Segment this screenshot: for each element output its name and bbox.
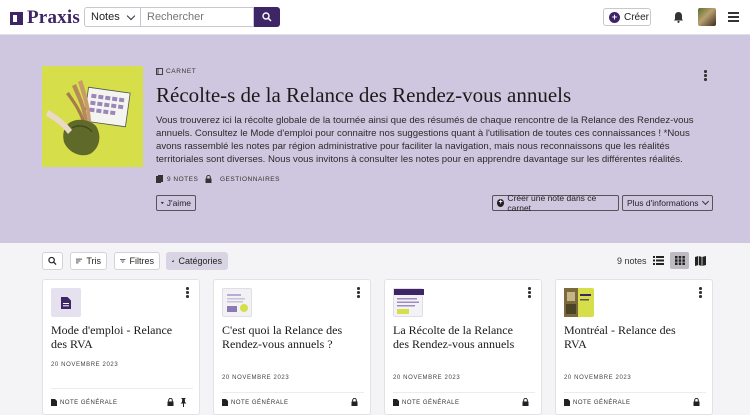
note-type: NOTE GÉNÉRALE (222, 399, 289, 406)
note-title[interactable]: Mode d'emploi - Relance des RVA (51, 323, 181, 351)
create-button[interactable]: + Créer (603, 8, 651, 26)
create-button-label: Créer (624, 11, 650, 23)
note-icon (51, 399, 57, 406)
search-notes-button[interactable] (42, 252, 63, 270)
more-options-icon[interactable] (186, 287, 189, 299)
chevron-down-icon (701, 197, 710, 206)
filters-button[interactable]: Filtres (114, 252, 160, 270)
search-icon (48, 256, 57, 266)
note-type: NOTE GÉNÉRALE (564, 399, 631, 406)
map-view-button[interactable] (691, 252, 710, 269)
note-thumbnail (51, 288, 81, 317)
chevron-down-icon (126, 11, 136, 20)
search-scope-value: Notes (91, 11, 120, 23)
hamburger-menu-icon[interactable] (728, 12, 739, 24)
search-input[interactable] (141, 7, 254, 27)
notebook-type-text: CARNET (166, 68, 197, 75)
note-card[interactable]: Montréal - Relance des RVA 20 NOVEMBRE 2… (555, 279, 713, 415)
create-note-label: Créer une note dans ce carnet (507, 193, 597, 213)
note-type-label: NOTE GÉNÉRALE (231, 399, 289, 406)
map-icon (695, 255, 706, 266)
logo-mark-icon (10, 11, 23, 25)
search-scope-select[interactable]: Notes (84, 7, 141, 27)
app-name: Praxis (27, 7, 80, 28)
note-type-label: NOTE GÉNÉRALE (60, 399, 118, 406)
note-thumbnail (564, 288, 594, 317)
heart-icon (161, 201, 164, 205)
lock-icon (693, 398, 700, 406)
plus-icon: + (609, 11, 620, 23)
note-card[interactable]: C'est quoi la Relance des Rendez-vous an… (213, 279, 371, 415)
notebook-header: CARNET Récolte-s de la Relance des Rende… (0, 35, 750, 243)
managers-link[interactable]: GESTIONNAIRES (205, 175, 280, 183)
notebook-type-label: CARNET (156, 68, 196, 75)
plus-icon: + (497, 199, 505, 207)
like-button-label: J'aime (166, 198, 191, 208)
notebook-icon (156, 68, 163, 75)
card-divider (564, 392, 706, 393)
categories-button[interactable]: Catégories (166, 252, 228, 270)
note-card[interactable]: Mode d'emploi - Relance des RVA 20 NOVEM… (42, 279, 200, 415)
notes-count-text: 9 NOTES (167, 175, 199, 183)
grid-view-icon (674, 256, 685, 265)
list-view-icon (653, 256, 664, 265)
document-icon (61, 296, 71, 309)
notebook-cover-image (42, 66, 143, 167)
sort-icon (76, 258, 83, 264)
more-options-icon[interactable] (528, 287, 531, 299)
notes-icon (156, 175, 163, 183)
note-icon (393, 399, 399, 406)
create-note-in-notebook-button[interactable]: + Créer une note dans ce carnet (492, 193, 619, 213)
note-card[interactable]: La Récolte de la Relance des Rendez-vous… (384, 279, 542, 415)
note-icon (564, 399, 570, 406)
lock-icon (167, 398, 174, 406)
note-title[interactable]: Montréal - Relance des RVA (564, 323, 694, 351)
search-button[interactable] (254, 7, 280, 27)
lock-icon (205, 175, 212, 183)
note-type-label: NOTE GÉNÉRALE (573, 399, 631, 406)
filter-icon (120, 259, 126, 263)
more-info-label: Plus d'informations (627, 198, 699, 208)
notebook-description: Vous trouverez ici la récolte globale de… (156, 115, 694, 165)
note-date: 20 NOVEMBRE 2023 (564, 375, 632, 381)
categories-label: Catégories (178, 256, 222, 266)
notebook-title: Récolte-s de la Relance des Rendez-vous … (156, 83, 572, 107)
filters-label: Filtres (129, 256, 155, 266)
note-title[interactable]: La Récolte de la Relance des Rendez-vous… (393, 323, 523, 351)
note-date: 20 NOVEMBRE 2023 (51, 362, 119, 368)
notebook-more-options-icon[interactable] (704, 70, 707, 82)
pin-icon[interactable] (180, 398, 187, 407)
notes-count: 9 NOTES (156, 175, 198, 183)
top-bar: Praxis Notes + Créer (0, 0, 750, 35)
note-icon (222, 399, 228, 406)
more-options-icon[interactable] (357, 287, 360, 299)
notes-count-label: 9 notes (617, 256, 647, 266)
categories-icon (172, 259, 175, 263)
note-date: 20 NOVEMBRE 2023 (393, 375, 461, 381)
card-divider (51, 388, 193, 389)
lock-icon (522, 398, 529, 406)
note-type: NOTE GÉNÉRALE (393, 399, 460, 406)
more-info-dropdown[interactable]: Plus d'informations (622, 195, 713, 211)
search-icon (262, 12, 272, 22)
grid-view-button[interactable] (670, 252, 689, 269)
like-button[interactable]: J'aime (156, 195, 196, 211)
app-logo[interactable]: Praxis (10, 7, 80, 29)
note-type-label: NOTE GÉNÉRALE (402, 399, 460, 406)
lock-icon (351, 398, 358, 406)
sort-label: Tris (86, 256, 101, 266)
bell-icon[interactable] (673, 11, 684, 23)
list-view-button[interactable] (649, 252, 668, 269)
card-divider (393, 392, 535, 393)
more-options-icon[interactable] (699, 287, 702, 299)
note-date: 20 NOVEMBRE 2023 (222, 375, 290, 381)
note-thumbnail (393, 288, 424, 317)
managers-text: GESTIONNAIRES (220, 175, 280, 183)
user-avatar[interactable] (698, 8, 716, 26)
note-title[interactable]: C'est quoi la Relance des Rendez-vous an… (222, 323, 352, 351)
sort-button[interactable]: Tris (70, 252, 107, 270)
note-type: NOTE GÉNÉRALE (51, 399, 118, 406)
card-divider (222, 392, 364, 393)
note-thumbnail (222, 288, 252, 317)
